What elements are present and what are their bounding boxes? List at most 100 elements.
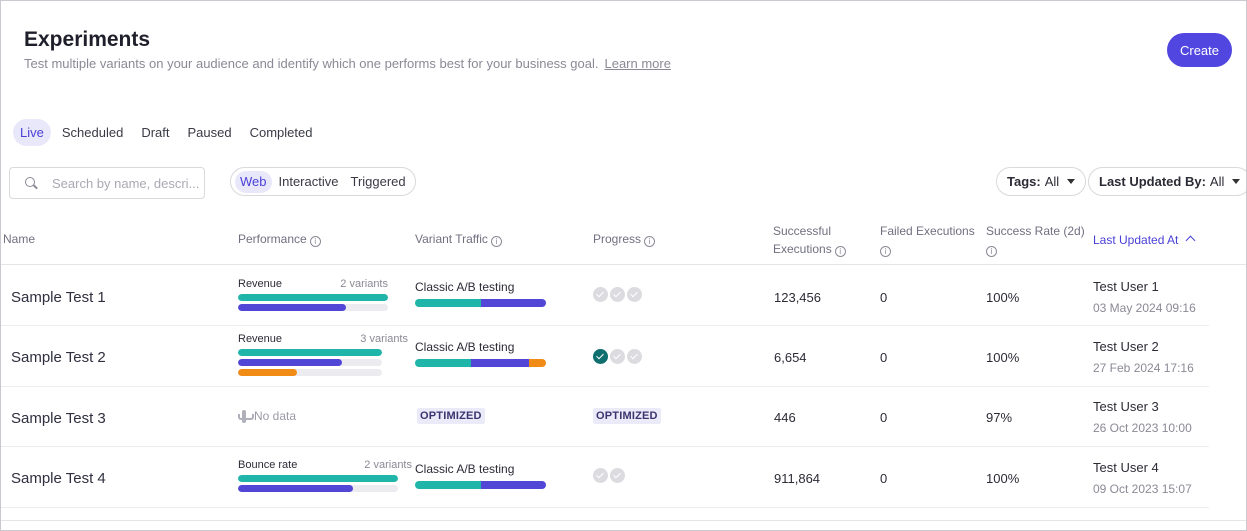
- info-icon[interactable]: i: [880, 246, 891, 257]
- updated-by-user: Test User 1: [1093, 279, 1159, 294]
- column-header-successful-executions[interactable]: Successful Executions i: [773, 222, 846, 258]
- column-header-progress-label: Progress: [593, 232, 642, 246]
- progress-check-icon: [593, 349, 608, 364]
- performance-metric: Revenue: [238, 278, 283, 290]
- updated-filter-value: All: [1209, 174, 1225, 189]
- updated-at-date: 26 Oct 2023 10:00: [1093, 421, 1192, 435]
- info-icon[interactable]: i: [309, 236, 321, 247]
- successful-executions: 6,654: [774, 350, 807, 365]
- column-header-success-rate[interactable]: Success Rate (2d) i: [986, 222, 1085, 258]
- performance-bar: [238, 294, 388, 301]
- experiment-name[interactable]: Sample Test 4: [11, 470, 106, 487]
- updated-by-user: Test User 3: [1093, 399, 1159, 414]
- updated-filter-label: Last Updated By:: [1099, 174, 1206, 189]
- traffic-type-label: Classic A/B testing: [415, 462, 515, 476]
- tags-filter-dropdown[interactable]: Tags: All: [996, 167, 1087, 196]
- traffic-segment: [480, 481, 546, 489]
- traffic-segment: [528, 359, 546, 367]
- tags-filter-label: Tags:: [1007, 174, 1041, 189]
- column-header-successful-line1: Successful: [773, 224, 832, 238]
- traffic-segment: [471, 359, 529, 367]
- success-rate: 100%: [986, 350, 1020, 365]
- last-updated-cell: Test User 1 03 May 2024 09:16: [1093, 279, 1196, 316]
- traffic-segment: [415, 359, 472, 367]
- progress-check-icon: [610, 468, 625, 483]
- performance-bar-fill: [238, 304, 346, 311]
- tab-paused[interactable]: Paused: [180, 119, 238, 146]
- column-header-name[interactable]: Name: [3, 230, 35, 248]
- experiment-name[interactable]: Sample Test 1: [11, 289, 106, 306]
- experiment-name[interactable]: Sample Test 3: [11, 410, 106, 427]
- type-tab-interactive[interactable]: Interactive: [274, 171, 344, 193]
- performance-bar-fill: [238, 475, 398, 482]
- performance-bar: [238, 485, 398, 492]
- subtitle-text: Test multiple variants on your audience …: [24, 56, 599, 71]
- no-data-label: No data: [254, 409, 297, 423]
- column-header-performance[interactable]: Performance i: [238, 230, 321, 248]
- cactus-icon: [238, 409, 254, 423]
- caret-down-icon: [1232, 179, 1241, 184]
- failed-executions: 0: [880, 290, 888, 305]
- table-row[interactable]: Sample Test 2 Revenue 3 variants Classic …: [1, 326, 1246, 386]
- status-tabs: Live Scheduled Draft Paused Completed: [13, 119, 319, 146]
- info-icon[interactable]: i: [490, 236, 502, 247]
- variant-traffic-cell: Classic A/B testing: [415, 462, 547, 489]
- column-header-variant-traffic[interactable]: Variant Traffic i: [415, 230, 502, 248]
- traffic-segment: [415, 299, 481, 307]
- table-row[interactable]: Sample Test 3 No data OPTIMIZED OPTIMIZE…: [1, 387, 1246, 447]
- progress-check-icon: [627, 349, 642, 364]
- performance-bar-fill: [238, 349, 382, 356]
- updated-by-user: Test User 2: [1093, 339, 1159, 354]
- performance-bar: [238, 475, 398, 482]
- column-header-success-rate-label: Success Rate (2d): [986, 224, 1085, 238]
- column-header-variant-traffic-label: Variant Traffic: [415, 232, 488, 246]
- info-icon[interactable]: i: [986, 246, 997, 257]
- tab-draft[interactable]: Draft: [134, 119, 176, 146]
- column-header-progress[interactable]: Progress i: [593, 230, 656, 248]
- success-rate: 100%: [986, 471, 1020, 486]
- bottom-scroll-divider: [1, 520, 1246, 521]
- progress-indicator: [593, 349, 642, 364]
- table-row[interactable]: Sample Test 1 Revenue 2 variants Classic …: [1, 266, 1246, 326]
- search-input[interactable]: [52, 175, 202, 191]
- search-box: [9, 167, 205, 199]
- traffic-type-label: Classic A/B testing: [415, 340, 515, 354]
- progress-indicator: [593, 468, 625, 483]
- updated-at-date: 03 May 2024 09:16: [1093, 301, 1196, 315]
- success-rate: 100%: [986, 290, 1020, 305]
- last-updated-cell: Test User 2 27 Feb 2024 17:16: [1093, 339, 1194, 376]
- performance-bar: [238, 349, 382, 356]
- search-icon: [24, 176, 38, 190]
- tab-scheduled[interactable]: Scheduled: [55, 119, 130, 146]
- create-button[interactable]: Create: [1167, 33, 1232, 67]
- caret-down-icon: [1067, 179, 1076, 184]
- traffic-optimized-badge: OPTIMIZED: [417, 408, 485, 424]
- column-header-failed-executions[interactable]: Failed Executions i: [880, 222, 975, 258]
- performance-bar-fill: [238, 485, 354, 492]
- type-tab-web[interactable]: Web: [235, 170, 272, 193]
- learn-more-link[interactable]: Learn more: [604, 56, 670, 71]
- info-icon[interactable]: i: [834, 246, 846, 257]
- variant-traffic-cell: Classic A/B testing: [415, 340, 547, 367]
- type-tab-triggered[interactable]: Triggered: [345, 171, 410, 193]
- updated-at-date: 27 Feb 2024 17:16: [1093, 361, 1194, 375]
- successful-executions: 911,864: [774, 471, 821, 486]
- tab-live[interactable]: Live: [13, 119, 51, 146]
- tags-filter-value: All: [1044, 174, 1060, 189]
- traffic-bar: [415, 359, 546, 367]
- column-header-performance-label: Performance: [238, 232, 307, 246]
- last-updated-by-filter-dropdown[interactable]: Last Updated By: All: [1088, 167, 1246, 196]
- traffic-type-label: Classic A/B testing: [415, 280, 515, 294]
- info-icon[interactable]: i: [644, 236, 656, 247]
- sort-ascending-icon: [1185, 235, 1196, 246]
- tab-completed[interactable]: Completed: [243, 119, 320, 146]
- column-header-last-updated-at[interactable]: Last Updated At: [1093, 231, 1196, 249]
- experiment-name[interactable]: Sample Test 2: [11, 349, 106, 366]
- performance-bar: [238, 369, 382, 376]
- performance-no-data: No data: [238, 409, 296, 423]
- column-header-last-updated-label: Last Updated At: [1093, 233, 1179, 247]
- performance-cell: Bounce rate 2 variants: [238, 459, 412, 492]
- successful-executions: 446: [774, 410, 796, 425]
- table-row[interactable]: Sample Test 4 Bounce rate 2 variants Clas…: [1, 447, 1246, 507]
- progress-check-icon: [610, 287, 625, 302]
